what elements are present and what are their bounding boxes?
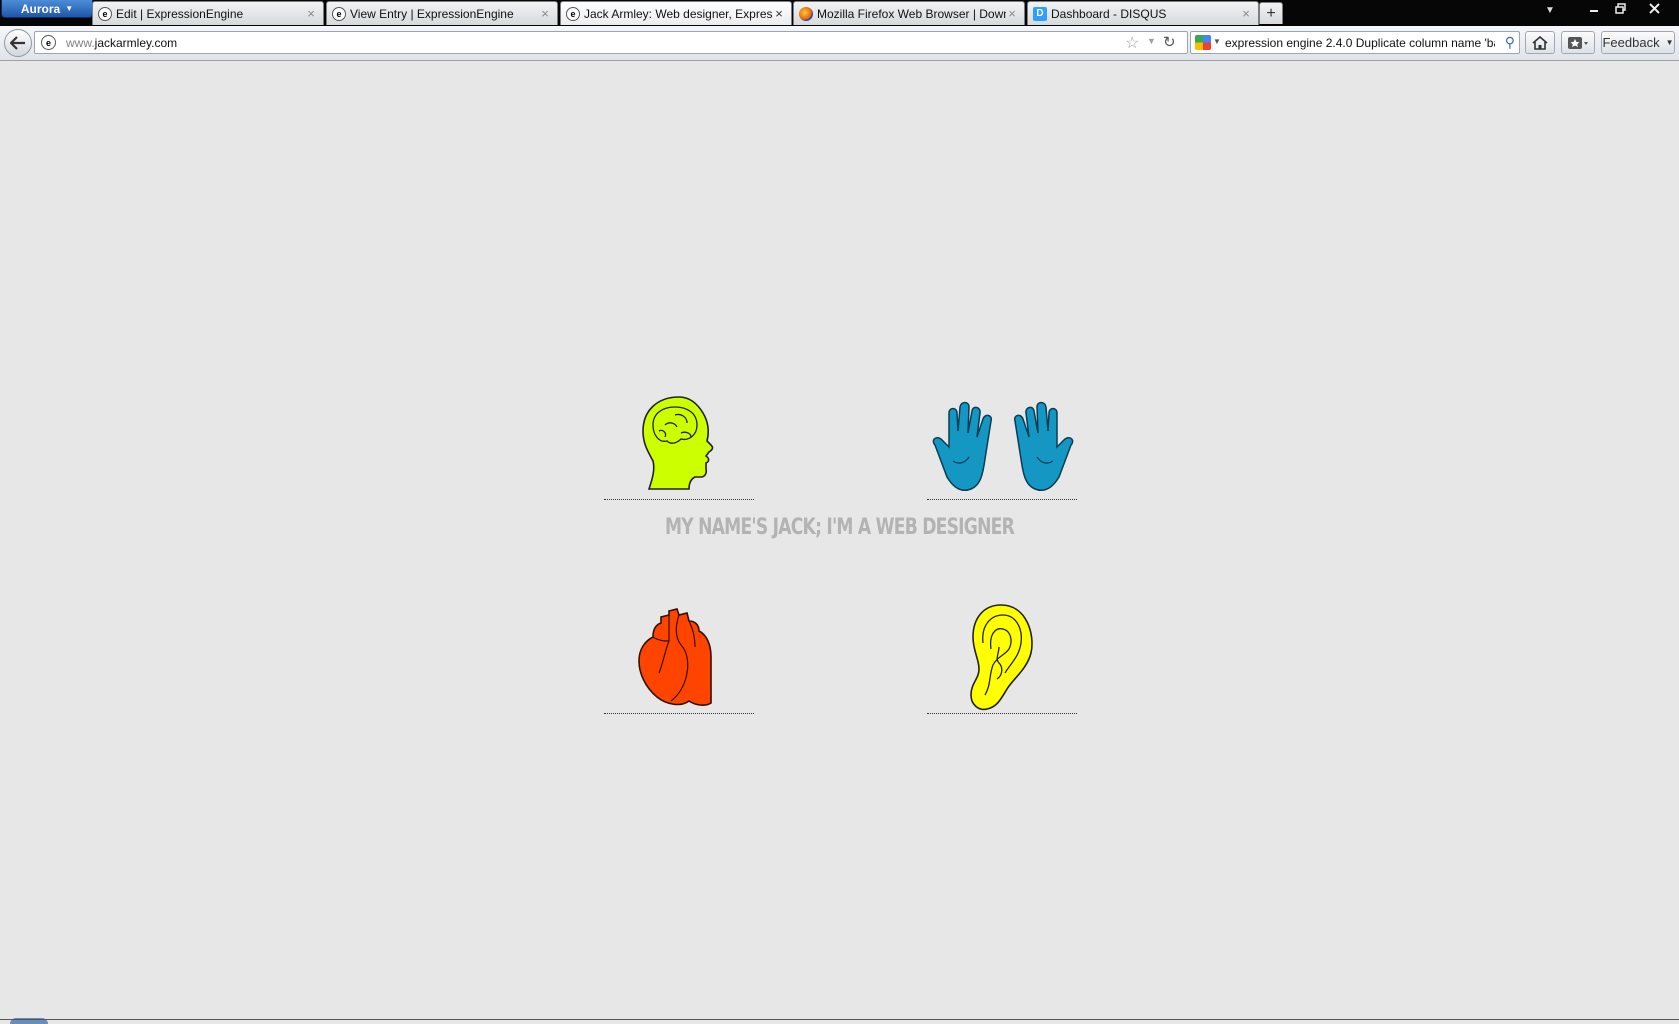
back-icon [10,36,25,50]
close-tab-icon[interactable]: × [1006,6,1018,21]
ear-icon [970,604,1033,711]
search-go-icon[interactable]: ⚲ [1505,34,1515,51]
heart-icon [638,608,712,706]
feedback-button[interactable]: Feedback ▼ [1601,31,1675,54]
chevron-down-icon[interactable]: ▼ [1213,37,1221,46]
tab-view-entry[interactable]: e View Entry | ExpressionEngine × [326,1,558,25]
chevron-down-icon: ▼ [65,4,74,13]
restore-icon[interactable] [1607,0,1633,17]
new-tab-button[interactable]: + [1259,2,1283,24]
page-headline: MY NAME'S JACK; I'M A WEB DESIGNER [664,515,1015,540]
tab-jack-armley[interactable]: e Jack Armley: Web designer, Expressio..… [560,1,792,25]
tab-strip: Aurora ▼ e Edit | ExpressionEngine × e V… [0,0,1679,26]
url-bar[interactable]: e www.jackarmley.com ☆ ▼ ↻ [34,31,1188,54]
hands-icon [932,401,1074,491]
app-button-label: Aurora [20,1,61,16]
search-bar[interactable]: ▼ expression engine 2.4.0 Duplicate colu… [1190,31,1520,54]
aurora-menu-button[interactable]: Aurora ▼ [1,0,93,18]
navigation-toolbar: e www.jackarmley.com ☆ ▼ ↻ ▼ expression … [0,26,1679,61]
history-dropdown-icon[interactable]: ▼ [1147,36,1156,46]
status-bar-edge [0,1019,1679,1020]
tab-label: View Entry | ExpressionEngine [350,6,514,21]
tab-label: Jack Armley: Web designer, Expressio... [584,6,773,21]
close-tab-icon[interactable]: × [1240,6,1252,21]
bookmarks-icon [1568,36,1588,49]
tab-edit-expressionengine[interactable]: e Edit | ExpressionEngine × [92,1,324,25]
tab-label: Mozilla Firefox Web Browser | Downlo... [817,6,1006,21]
tab-label: Edit | ExpressionEngine [116,6,244,21]
tab-disqus-dashboard[interactable]: D Dashboard - DISQUS × [1027,1,1259,25]
list-all-tabs-icon[interactable]: ▼ [1545,5,1555,16]
ear-link[interactable] [927,603,1077,714]
close-tab-icon[interactable]: × [305,6,317,21]
expressionengine-icon: e [98,6,112,21]
tab-mozilla-firefox[interactable]: Mozilla Firefox Web Browser | Downlo... … [793,1,1025,25]
search-engine-icon[interactable] [1195,35,1211,50]
star-icon[interactable]: ☆ [1125,33,1139,53]
page-content: MY NAME'S JACK; I'M A WEB DESIGNER [0,61,1679,1024]
close-tab-icon[interactable]: × [773,6,785,21]
bookmarks-button[interactable] [1561,31,1595,54]
home-button[interactable] [1525,31,1555,54]
minimize-icon[interactable] [1581,0,1607,17]
close-tab-icon[interactable]: × [539,6,551,21]
url-text[interactable]: www.jackarmley.com [66,36,177,50]
firefox-icon [799,6,813,21]
close-icon[interactable] [1641,0,1667,17]
chevron-down-icon: ▼ [1665,38,1674,47]
back-button[interactable] [4,29,32,57]
disqus-icon: D [1033,6,1047,21]
tab-label: Dashboard - DISQUS [1051,6,1167,21]
expressionengine-icon: e [566,6,580,21]
expressionengine-icon: e [332,6,346,21]
site-identity-icon[interactable]: e [41,35,56,50]
hands-link[interactable] [927,389,1077,500]
reload-icon[interactable]: ↻ [1163,33,1176,51]
home-icon [1532,35,1548,50]
brain-head-link[interactable] [604,389,754,500]
search-input[interactable]: expression engine 2.4.0 Duplicate column… [1225,36,1495,50]
head-brain-icon [642,396,714,490]
heart-link[interactable] [604,603,754,714]
feedback-label: Feedback [1602,35,1660,50]
